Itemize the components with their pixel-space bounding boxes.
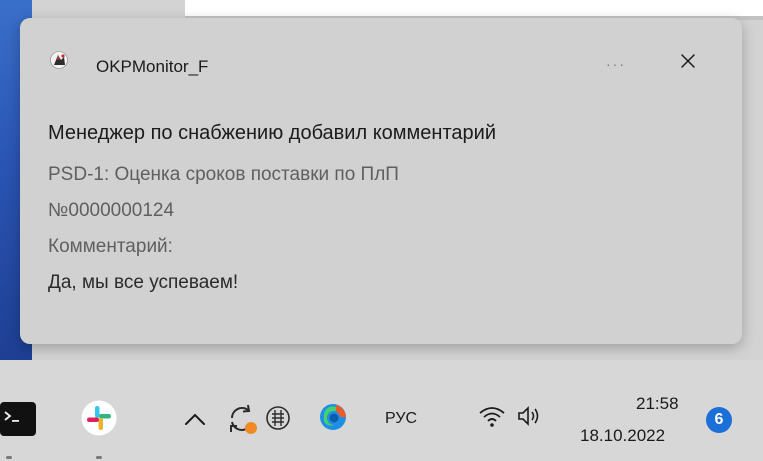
toast-body-comment-text: Да, мы все успеваем! bbox=[48, 272, 239, 293]
taskbar: РУС 21:58 18.10.2022 6 bbox=[0, 360, 763, 461]
speaker-icon[interactable] bbox=[516, 404, 544, 433]
slack-running-indicator bbox=[96, 456, 102, 459]
wifi-icon[interactable] bbox=[478, 404, 506, 433]
toast-title: Менеджер по снабжению добавил комментари… bbox=[48, 122, 496, 144]
clock-date[interactable]: 18.10.2022 bbox=[580, 426, 665, 446]
grid-app-icon[interactable] bbox=[264, 404, 292, 437]
toast-body-subject: PSD-1: Оценка сроков поставки по ПлП bbox=[48, 164, 399, 185]
close-icon bbox=[681, 54, 695, 68]
language-indicator[interactable]: РУС bbox=[385, 410, 417, 428]
close-button[interactable] bbox=[674, 47, 702, 75]
sync-icon[interactable] bbox=[226, 402, 258, 441]
clock-time[interactable]: 21:58 bbox=[636, 394, 679, 414]
terminal-running-indicator bbox=[6, 456, 12, 459]
toast-app-name: OKPMonitor_F bbox=[96, 57, 209, 76]
toast-notification[interactable]: OKPMonitor_F ··· Менеджер по снабжению д… bbox=[20, 18, 742, 344]
slack-icon[interactable] bbox=[81, 400, 117, 441]
chevron-up-icon[interactable] bbox=[184, 412, 206, 431]
toast-body-number: №0000000124 bbox=[48, 200, 175, 221]
more-options-button[interactable]: ··· bbox=[606, 56, 626, 72]
terminal-icon[interactable] bbox=[0, 402, 36, 441]
edge-icon[interactable] bbox=[318, 402, 348, 437]
notification-count-badge[interactable]: 6 bbox=[706, 407, 732, 433]
okpmonitor-app-icon bbox=[50, 51, 68, 69]
toast-body-comment-label: Комментарий: bbox=[48, 236, 173, 257]
